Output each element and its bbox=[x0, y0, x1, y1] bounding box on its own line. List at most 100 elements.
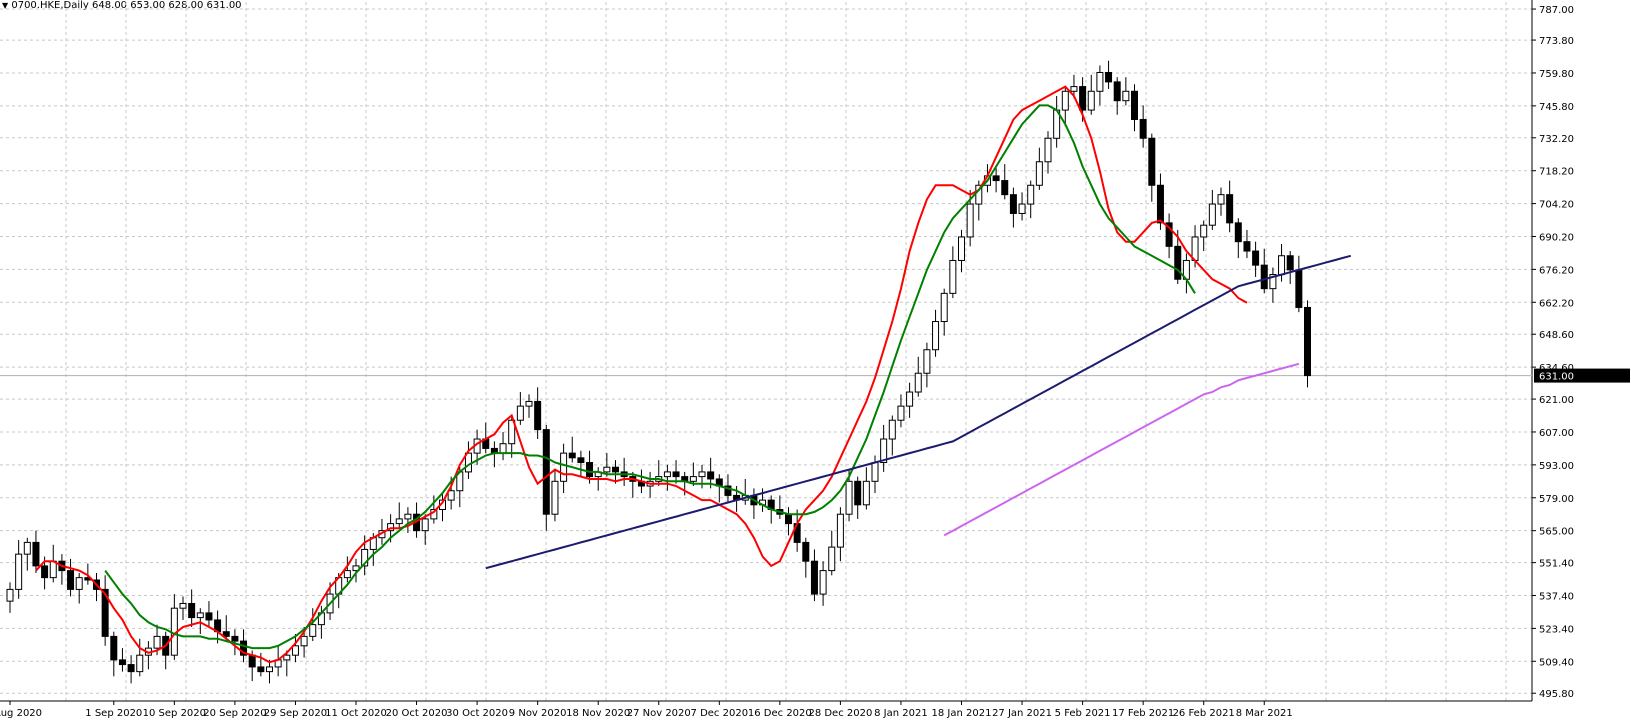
candle-bull bbox=[845, 480, 853, 515]
y-tick-label: 759.80 bbox=[1539, 69, 1574, 80]
y-tick-label: 732.20 bbox=[1539, 134, 1574, 145]
candle-bear bbox=[248, 654, 256, 668]
candle-bear bbox=[1252, 250, 1260, 266]
y-tick-label: 773.80 bbox=[1539, 36, 1574, 47]
candle-bear bbox=[577, 457, 585, 464]
moving-average-line-ma_long bbox=[943, 362, 1300, 537]
x-tick-label: 16 Dec 2020 bbox=[748, 708, 812, 719]
candle-bull bbox=[1217, 194, 1225, 205]
y-tick-label: 523.40 bbox=[1539, 624, 1574, 635]
candle-bull bbox=[932, 321, 940, 351]
candle-bull bbox=[1278, 255, 1286, 276]
candle-bear bbox=[1243, 241, 1251, 252]
candle-bear bbox=[205, 612, 213, 621]
candle-bear bbox=[802, 541, 810, 562]
candle-bear bbox=[612, 466, 619, 473]
candle-bull bbox=[1087, 90, 1095, 111]
candle-bull bbox=[663, 471, 671, 478]
y-tick-label: 745.80 bbox=[1539, 102, 1574, 113]
candle-bull bbox=[888, 419, 896, 440]
candle-bull bbox=[836, 513, 844, 548]
candle-bull bbox=[421, 518, 429, 532]
candle-bull bbox=[404, 513, 412, 520]
y-tick-label: 509.40 bbox=[1539, 657, 1574, 668]
candle-bear bbox=[1260, 264, 1268, 290]
x-tick-label: 29 Sep 2020 bbox=[264, 708, 327, 719]
candle-bull bbox=[551, 480, 559, 515]
candle-bear bbox=[32, 541, 40, 567]
candle-bull bbox=[49, 560, 57, 579]
x-tick-label: 20 Oct 2020 bbox=[386, 708, 448, 719]
candle-bull bbox=[940, 292, 948, 323]
y-tick-label: 607.00 bbox=[1539, 428, 1574, 439]
candle-bull bbox=[914, 372, 922, 393]
candle-bull bbox=[283, 654, 291, 661]
candle-bear bbox=[1139, 118, 1147, 139]
x-tick-label: 13 Aug 2020 bbox=[0, 708, 42, 719]
candle-bull bbox=[266, 666, 273, 673]
candle-bull bbox=[906, 391, 914, 407]
candle-bull bbox=[525, 400, 533, 407]
x-tick-label: 26 Feb 2021 bbox=[1173, 708, 1235, 719]
candle-bear bbox=[1131, 90, 1138, 120]
candle-bull bbox=[395, 518, 403, 525]
candle-bear bbox=[854, 480, 862, 506]
candle-bear bbox=[41, 565, 49, 579]
y-tick-label: 662.20 bbox=[1539, 298, 1574, 309]
chart-area: ▼ 0700.HKE,Daily 648.00 653.00 628.00 63… bbox=[0, 0, 1631, 721]
x-tick-label: 5 Feb 2021 bbox=[1055, 708, 1111, 719]
candle-bull bbox=[6, 588, 14, 602]
candle-bear bbox=[222, 631, 230, 637]
x-tick-label: 8 Jan 2021 bbox=[874, 708, 928, 719]
candle-bull bbox=[871, 462, 879, 482]
x-tick-label: 18 Nov 2020 bbox=[566, 708, 630, 719]
candle-bear bbox=[707, 471, 715, 480]
x-tick-label: 18 Jan 2021 bbox=[932, 708, 992, 719]
candle-bear bbox=[1148, 137, 1156, 186]
candle-bear bbox=[1105, 71, 1113, 83]
candlestick-chart: 787.00 773.80 759.80 745.80 732.20 718.20 704.… bbox=[0, 0, 1630, 719]
candle-bear bbox=[1295, 269, 1303, 308]
candle-bull bbox=[300, 635, 308, 647]
candle-bull bbox=[23, 541, 31, 555]
candle-bull bbox=[153, 635, 161, 649]
candle-bear bbox=[1009, 194, 1017, 214]
y-tick-label: 718.20 bbox=[1539, 167, 1574, 178]
y-tick-label: 551.40 bbox=[1539, 559, 1574, 570]
candle-bull bbox=[560, 452, 568, 482]
x-tick-label: 7 Dec 2020 bbox=[691, 708, 749, 719]
candle-bear bbox=[586, 462, 594, 478]
y-tick-label: 621.00 bbox=[1539, 395, 1574, 406]
candle-bull bbox=[698, 471, 706, 478]
candle-bull bbox=[1096, 71, 1104, 92]
candle-bull bbox=[15, 553, 23, 590]
candle-bull bbox=[1208, 203, 1216, 226]
candle-bull bbox=[291, 645, 299, 656]
candle-bull bbox=[1061, 90, 1069, 111]
candle-bear bbox=[118, 659, 126, 666]
candle-bull bbox=[1044, 137, 1052, 163]
candle-bull bbox=[966, 203, 974, 238]
candle-bull bbox=[949, 259, 957, 294]
candle-bull bbox=[499, 443, 507, 454]
candle-bear bbox=[1156, 184, 1164, 224]
candle-bull bbox=[1018, 203, 1026, 214]
candle-bear bbox=[1174, 245, 1182, 280]
candle-bear bbox=[785, 513, 792, 525]
candle-bear bbox=[257, 666, 265, 673]
candle-bull bbox=[819, 570, 827, 595]
y-tick-label: 579.00 bbox=[1539, 494, 1574, 505]
candle-bear bbox=[810, 560, 818, 595]
y-tick-label: 690.20 bbox=[1539, 232, 1574, 243]
candle-bull bbox=[603, 466, 611, 473]
candle-bull bbox=[179, 602, 187, 609]
candle-bear bbox=[110, 635, 118, 661]
current-price-label: 631.00 bbox=[1539, 372, 1574, 383]
candle-bull bbox=[923, 349, 931, 374]
candle-bull bbox=[75, 577, 83, 590]
x-tick-label: 10 Sep 2020 bbox=[143, 708, 206, 719]
candle-bull bbox=[1035, 161, 1043, 186]
x-tick-label: 17 Feb 2021 bbox=[1112, 708, 1174, 719]
candle-bear bbox=[568, 452, 576, 459]
candle-bear bbox=[534, 400, 542, 431]
